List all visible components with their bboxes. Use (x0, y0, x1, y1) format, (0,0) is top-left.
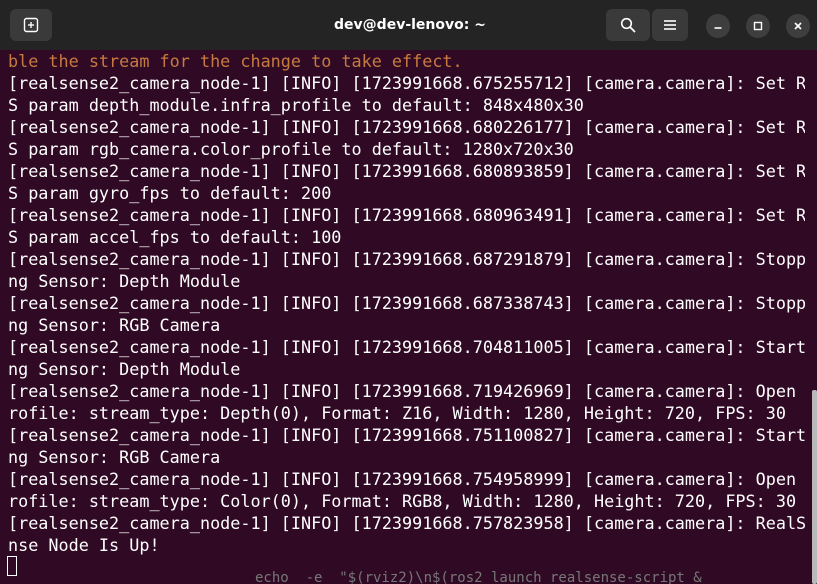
terminal-line: [realsense2_camera_node-1] [INFO] [17239… (8, 469, 805, 489)
hamburger-menu-icon (664, 20, 676, 30)
terminal-line: rofile: stream_type: Color(0), Format: R… (8, 491, 797, 511)
terminal-line: [realsense2_camera_node-1] [INFO] [17239… (8, 381, 805, 401)
terminal-line: ng Sensor: RGB Camera (8, 315, 221, 335)
close-button[interactable] (786, 14, 810, 38)
maximize-icon (753, 21, 763, 31)
terminal-output[interactable]: ble the stream for the change to take ef… (0, 50, 805, 584)
terminal-line: ng Sensor: Depth Module (8, 359, 241, 379)
new-tab-icon (23, 17, 39, 33)
terminal-line: S param depth_module.infra_profile to de… (8, 95, 584, 115)
terminal-line: [realsense2_camera_node-1] [INFO] [17239… (8, 161, 805, 181)
close-icon (794, 22, 802, 30)
terminal-line: nse Node Is Up! (8, 535, 160, 555)
terminal-window: echo -e "$(rviz2)\n$(ros2 launch realsen… (0, 0, 817, 584)
text-cursor (7, 556, 17, 576)
maximize-button[interactable] (746, 14, 770, 38)
terminal-line: S param rgb_camera.color_profile to defa… (8, 139, 574, 159)
terminal-line: [realsense2_camera_node-1] [INFO] [17239… (8, 425, 805, 445)
terminal-line: [realsense2_camera_node-1] [INFO] [17239… (8, 73, 805, 93)
terminal-line: [realsense2_camera_node-1] [INFO] [17239… (8, 293, 805, 313)
terminal-line: [realsense2_camera_node-1] [INFO] [17239… (8, 513, 805, 533)
terminal-line: ng Sensor: RGB Camera (8, 447, 221, 467)
terminal-line: ble the stream for the change to take ef… (8, 51, 463, 71)
minimize-button[interactable] (706, 14, 730, 38)
window-title: dev@dev-lenovo: ~ (334, 17, 486, 33)
menu-button[interactable] (652, 9, 688, 41)
terminal-line: [realsense2_camera_node-1] [INFO] [17239… (8, 205, 805, 225)
terminal-line: S param gyro_fps to default: 200 (8, 183, 332, 203)
search-button[interactable] (606, 9, 650, 41)
search-icon (620, 17, 636, 33)
terminal-line: rofile: stream_type: Depth(0), Format: Z… (8, 403, 786, 423)
scrollbar[interactable] (812, 390, 817, 584)
minimize-icon (714, 27, 722, 29)
terminal-line: ng Sensor: Depth Module (8, 271, 241, 291)
terminal-line: [realsense2_camera_node-1] [INFO] [17239… (8, 249, 805, 269)
title-bar[interactable]: dev@dev-lenovo: ~ (0, 0, 817, 50)
terminal-line: [realsense2_camera_node-1] [INFO] [17239… (8, 117, 805, 137)
new-tab-button[interactable] (10, 9, 52, 41)
terminal-line: [realsense2_camera_node-1] [INFO] [17239… (8, 337, 805, 357)
terminal-line: S param accel_fps to default: 100 (8, 227, 342, 247)
